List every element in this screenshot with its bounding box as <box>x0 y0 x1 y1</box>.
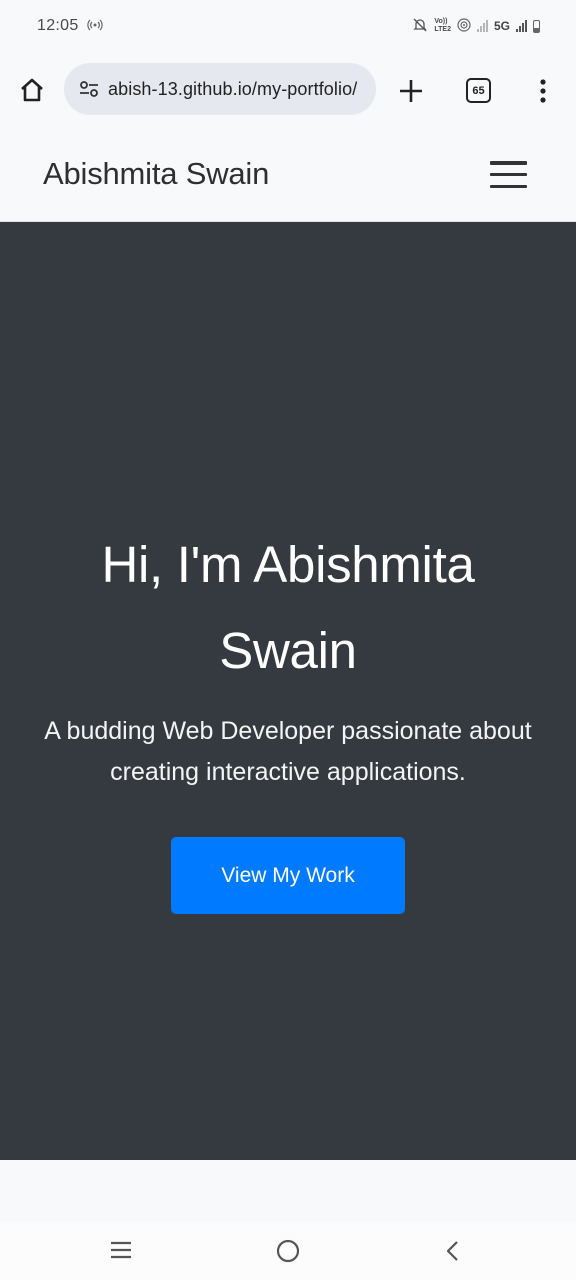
hero-section: Hi, I'm Abishmita Swain A budding Web De… <box>0 222 576 1160</box>
plus-icon[interactable] <box>397 77 425 105</box>
hamburger-menu-icon[interactable] <box>490 161 527 188</box>
wifi-calling-icon <box>457 17 471 35</box>
system-nav-bar <box>0 1222 576 1280</box>
signal-strength-icon-2 <box>516 20 527 32</box>
more-vert-icon[interactable] <box>536 78 550 104</box>
address-bar[interactable]: abish-13.github.io/my-portfolio/ <box>64 63 376 115</box>
brand-link[interactable]: Abishmita Swain <box>43 156 269 192</box>
status-right: Vo)) LTE2 5G <box>412 17 540 36</box>
hotspot-icon <box>86 19 103 34</box>
page-bottom-area <box>0 1160 576 1222</box>
signal-strength-icon <box>476 20 488 32</box>
volte-icon: Vo)) LTE2 <box>434 18 451 33</box>
hero-subtitle: A budding Web Developer passionate about… <box>44 717 532 786</box>
home-icon[interactable] <box>18 76 46 104</box>
site-navbar: Abishmita Swain <box>0 128 576 222</box>
browser-toolbar: abish-13.github.io/my-portfolio/ 65 <box>0 52 576 128</box>
circle-home-icon[interactable] <box>276 1239 300 1263</box>
view-my-work-button[interactable]: View My Work <box>171 837 405 914</box>
status-bar: 12:05 Vo)) LTE2 5G <box>0 0 576 52</box>
tab-count: 65 <box>472 84 485 97</box>
tab-switcher-icon[interactable]: 65 <box>466 78 491 103</box>
url-text[interactable]: abish-13.github.io/my-portfolio/ <box>108 79 357 100</box>
network-type: 5G <box>493 19 510 33</box>
tune-icon[interactable] <box>78 78 100 100</box>
hero-title: Hi, I'm Abishmita Swain <box>101 536 475 679</box>
battery-icon <box>533 19 540 33</box>
status-left: 12:05 <box>37 17 103 35</box>
status-time: 12:05 <box>37 17 79 34</box>
back-chevron-icon[interactable] <box>444 1239 460 1263</box>
mute-icon <box>412 17 428 36</box>
recents-icon[interactable] <box>110 1240 132 1260</box>
